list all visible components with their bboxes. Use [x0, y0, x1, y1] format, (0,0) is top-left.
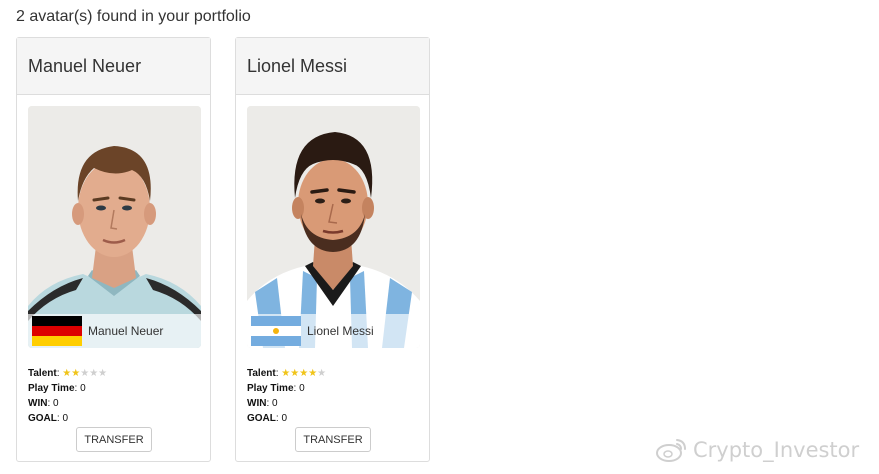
card-title: Lionel Messi	[247, 55, 348, 76]
stat-value: 0	[272, 398, 278, 409]
avatar-card: Lionel Messi Lionel Messi Talent: ★★★★★ …	[235, 37, 430, 462]
player-portrait: Lionel Messi	[247, 106, 420, 348]
player-portrait: Manuel Neuer	[28, 106, 201, 348]
card-header: Lionel Messi	[236, 38, 429, 95]
talent-row: Talent: ★★★★★	[28, 368, 108, 379]
player-portrait-image	[28, 106, 201, 348]
talent-label: Talent	[28, 368, 57, 379]
star-filled-icon: ★	[62, 368, 72, 379]
stat-label: Play Time	[28, 383, 75, 394]
transfer-button[interactable]: TRANSFER	[295, 427, 371, 452]
player-stats: Talent: ★★★★★ Play Time: 0 WIN: 0 GOAL: …	[28, 366, 107, 426]
talent-stars: ★★★★★	[62, 368, 107, 379]
stat-value: 0	[53, 398, 59, 409]
player-name-strip: Manuel Neuer	[28, 314, 201, 348]
star-empty-icon: ★	[98, 368, 108, 379]
star-filled-icon: ★	[308, 368, 318, 379]
card-header: Manuel Neuer	[17, 38, 210, 95]
watermark-text: Crypto_Investor	[693, 438, 860, 462]
stat-win: WIN: 0	[28, 398, 59, 409]
transfer-button[interactable]: TRANSFER	[76, 427, 152, 452]
star-filled-icon: ★	[290, 368, 300, 379]
stat-label: WIN	[28, 398, 48, 409]
stat-label: WIN	[247, 398, 267, 409]
star-filled-icon: ★	[281, 368, 291, 379]
star-empty-icon: ★	[80, 368, 90, 379]
star-empty-icon: ★	[317, 368, 327, 379]
player-strip-name: Lionel Messi	[307, 324, 374, 338]
talent-label: Talent	[247, 368, 276, 379]
stat-win: WIN: 0	[247, 398, 278, 409]
stat-play-time: Play Time: 0	[247, 383, 305, 394]
star-filled-icon: ★	[299, 368, 309, 379]
stat-value: 0	[281, 413, 288, 424]
stat-label: Play Time	[247, 383, 294, 394]
stat-goal: GOAL: 0	[28, 413, 69, 424]
stat-value: 0	[62, 413, 69, 424]
watermark: Crypto_Investor	[655, 437, 859, 463]
star-filled-icon: ★	[71, 368, 81, 379]
portfolio-summary: 2 avatar(s) found in your portfolio	[16, 8, 251, 25]
weibo-icon	[656, 439, 686, 462]
stat-play-time: Play Time: 0	[28, 383, 86, 394]
stat-goal: GOAL: 0	[247, 413, 288, 424]
talent-stars: ★★★★★	[281, 368, 326, 379]
avatar-card: Manuel Neuer Manuel Neuer Talent: ★★★★★ …	[16, 37, 211, 462]
stat-value: 0	[80, 383, 86, 394]
talent-row: Talent: ★★★★★	[247, 368, 327, 379]
germany-flag-icon	[32, 316, 82, 346]
player-stats: Talent: ★★★★★ Play Time: 0 WIN: 0 GOAL: …	[247, 366, 326, 426]
card-title: Manuel Neuer	[28, 55, 142, 76]
player-portrait-image	[247, 106, 420, 348]
stat-value: 0	[299, 383, 305, 394]
player-name-strip: Lionel Messi	[247, 314, 420, 348]
stat-label: GOAL	[247, 413, 276, 424]
star-empty-icon: ★	[89, 368, 99, 379]
stat-label: GOAL	[28, 413, 57, 424]
argentina-flag-icon	[251, 316, 301, 346]
player-strip-name: Manuel Neuer	[88, 324, 164, 338]
